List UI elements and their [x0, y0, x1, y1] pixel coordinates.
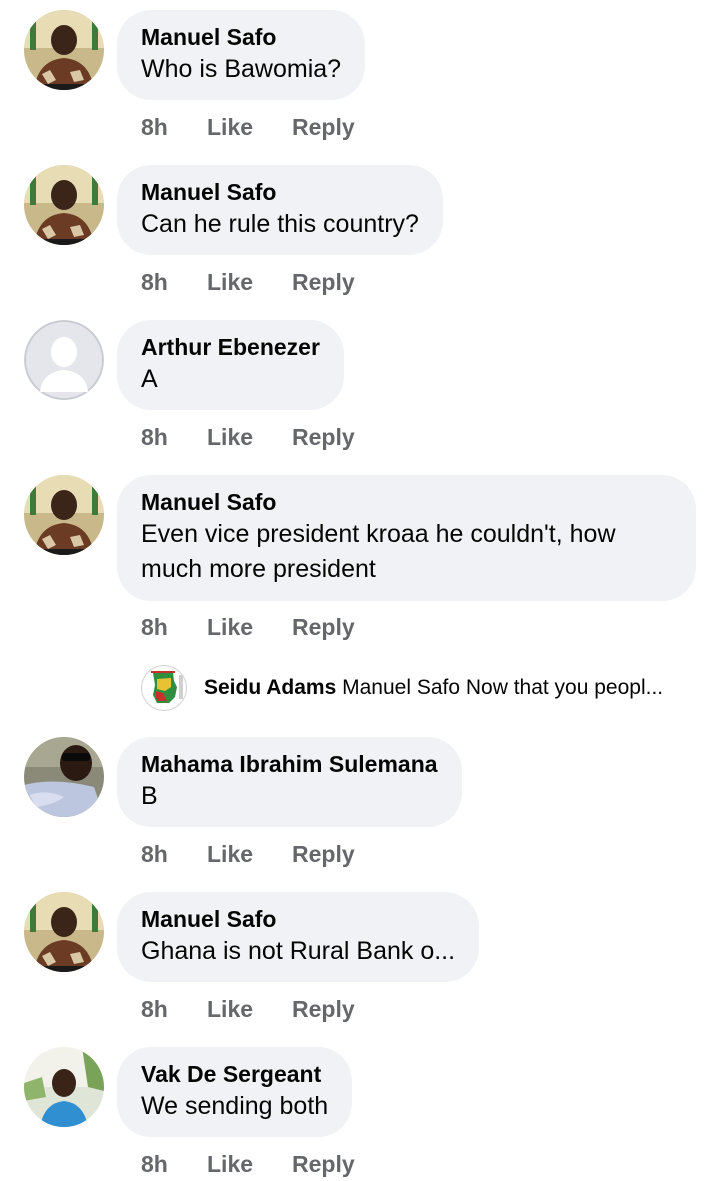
comment-text: Can he rule this country? [141, 210, 419, 238]
comment-bubble: Manuel Safo Who is Bawomia? [117, 10, 366, 100]
comment-timestamp[interactable]: 8h [141, 113, 168, 141]
avatar[interactable] [24, 475, 104, 555]
comment-item: Mahama Ibrahim Sulemana B 8h Like Reply [0, 737, 720, 867]
comment-author[interactable]: Manuel Safo [141, 177, 419, 207]
avatar[interactable] [24, 892, 104, 972]
avatar[interactable] [24, 737, 104, 817]
like-button[interactable]: Like [207, 113, 253, 141]
comment-item: Manuel Safo Even vice president kroaa he… [0, 475, 720, 640]
portrait-man-suit-icon [24, 475, 104, 555]
comment-author[interactable]: Manuel Safo [141, 487, 672, 517]
comment-item: Manuel Safo Who is Bawomia? 8h Like Repl… [0, 10, 720, 140]
comment-bubble: Manuel Safo Even vice president kroaa he… [117, 475, 696, 601]
reply-button[interactable]: Reply [292, 113, 355, 141]
comment-timestamp[interactable]: 8h [141, 840, 168, 868]
like-button[interactable]: Like [207, 423, 253, 451]
avatar[interactable] [24, 320, 104, 400]
avatar[interactable] [24, 165, 104, 245]
portrait-man-sunglasses-icon [24, 737, 104, 817]
comment-author[interactable]: Manuel Safo [141, 904, 455, 934]
ghana-map-icon [141, 665, 187, 711]
comment-item: Manuel Safo Ghana is not Rural Bank o...… [0, 892, 720, 1022]
comment-timestamp[interactable]: 8h [141, 613, 168, 641]
reply-button[interactable]: Reply [292, 995, 355, 1023]
reply-preview[interactable]: Seidu Adams Manuel Safo Now that you peo… [141, 665, 701, 711]
comment-author[interactable]: Manuel Safo [141, 22, 341, 52]
comment-author[interactable]: Vak De Sergeant [141, 1059, 328, 1089]
comment-item: Vak De Sergeant We sending both 8h Like … [0, 1047, 720, 1177]
comment-bubble: Arthur Ebenezer A [117, 320, 344, 410]
comment-text: B [141, 782, 158, 810]
comment-timestamp[interactable]: 8h [141, 995, 168, 1023]
reply-button[interactable]: Reply [292, 613, 355, 641]
avatar[interactable] [141, 665, 187, 711]
like-button[interactable]: Like [207, 613, 253, 641]
comment-bubble: Manuel Safo Ghana is not Rural Bank o... [117, 892, 480, 982]
reply-preview-line: Seidu Adams Manuel Safo Now that you peo… [204, 675, 663, 701]
comment-timestamp[interactable]: 8h [141, 423, 168, 451]
comment-timestamp[interactable]: 8h [141, 268, 168, 296]
like-button[interactable]: Like [207, 1150, 253, 1178]
portrait-man-suit-icon [24, 892, 104, 972]
comment-text: Even vice president kroaa he couldn't, h… [141, 520, 616, 583]
comment-author[interactable]: Arthur Ebenezer [141, 332, 320, 362]
comment-item: Arthur Ebenezer A 8h Like Reply [0, 320, 720, 450]
like-button[interactable]: Like [207, 840, 253, 868]
like-button[interactable]: Like [207, 995, 253, 1023]
like-button[interactable]: Like [207, 268, 253, 296]
comment-text: Who is Bawomia? [141, 55, 342, 83]
comment-author[interactable]: Mahama Ibrahim Sulemana [141, 749, 438, 779]
reply-snippet: Manuel Safo Now that you peopl... [342, 676, 664, 699]
reply-author[interactable]: Seidu Adams [204, 676, 336, 699]
comment-text: A [141, 365, 158, 393]
comment-text: We sending both [141, 1092, 329, 1120]
comment-item: Manuel Safo Can he rule this country? 8h… [0, 165, 720, 295]
portrait-young-man-icon [24, 1047, 104, 1127]
comment-bubble: Mahama Ibrahim Sulemana B [117, 737, 462, 827]
avatar[interactable] [24, 10, 104, 90]
reply-button[interactable]: Reply [292, 840, 355, 868]
comment-text: Ghana is not Rural Bank o... [141, 937, 456, 965]
reply-button[interactable]: Reply [292, 423, 355, 451]
comment-timestamp[interactable]: 8h [141, 1150, 168, 1178]
reply-button[interactable]: Reply [292, 1150, 355, 1178]
comment-bubble: Vak De Sergeant We sending both [117, 1047, 353, 1137]
portrait-man-suit-icon [24, 10, 104, 90]
avatar[interactable] [24, 1047, 104, 1127]
default-profile-icon [24, 320, 104, 400]
portrait-man-suit-icon [24, 165, 104, 245]
reply-button[interactable]: Reply [292, 268, 355, 296]
comment-bubble: Manuel Safo Can he rule this country? [117, 165, 443, 255]
